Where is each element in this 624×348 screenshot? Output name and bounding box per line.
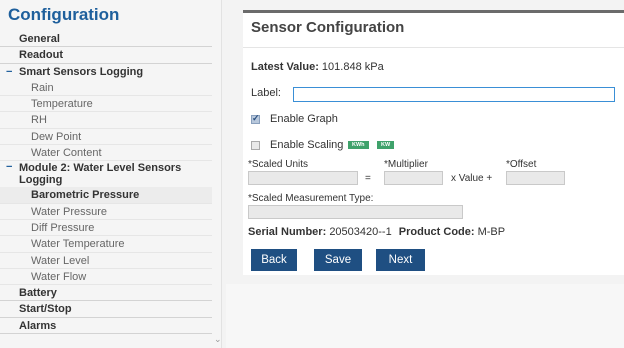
- sidebar-item-alarms[interactable]: Alarms: [0, 318, 212, 335]
- latest-value: Latest Value: 101.848 kPa: [251, 61, 384, 73]
- scroll-down-icon[interactable]: ⌄: [214, 334, 222, 344]
- sidebar-item-barometric-pressure[interactable]: Barometric Pressure: [0, 187, 212, 204]
- sidebar-item-diff-pressure[interactable]: Diff Pressure: [0, 220, 212, 237]
- sidebar-item-readout[interactable]: Readout: [0, 47, 212, 64]
- sidebar-group-label: Smart Sensors Logging: [19, 65, 144, 78]
- panel-title: Sensor Configuration: [251, 19, 405, 36]
- back-button[interactable]: Back: [251, 249, 297, 271]
- sidebar-item-water-pressure[interactable]: Water Pressure: [0, 204, 212, 220]
- sidebar-item-water-content[interactable]: Water Content: [0, 145, 212, 162]
- sidebar-item-temperature[interactable]: Temperature: [0, 96, 212, 113]
- sidebar-item-water-flow[interactable]: Water Flow: [0, 269, 212, 286]
- sidebar-item-water-temperature[interactable]: Water Temperature: [0, 236, 212, 253]
- enable-graph-label: Enable Graph: [270, 113, 338, 125]
- scaled-measurement-type-input[interactable]: [248, 205, 463, 219]
- serial-number-label: Serial Number:: [248, 226, 327, 238]
- kw-badge[interactable]: KW: [377, 141, 395, 149]
- collapse-minus-icon[interactable]: −: [6, 64, 12, 80]
- label-input[interactable]: [293, 87, 615, 102]
- latest-value-label: Latest Value:: [251, 61, 319, 73]
- sidebar-title: Configuration: [8, 5, 120, 24]
- enable-scaling-label: Enable Scaling: [270, 139, 344, 151]
- next-button[interactable]: Next: [376, 249, 425, 271]
- panel-divider: [243, 47, 624, 48]
- scaled-units-input[interactable]: [248, 171, 358, 185]
- label-field-label: Label:: [251, 87, 281, 99]
- sidebar-nav: General Readout − Smart Sensors Logging …: [0, 31, 212, 335]
- sidebar-item-battery[interactable]: Battery: [0, 285, 212, 302]
- save-button[interactable]: Save: [314, 249, 362, 271]
- sidebar-item-water-level[interactable]: Water Level: [0, 253, 212, 269]
- sidebar-group-smart-sensors-logging[interactable]: − Smart Sensors Logging: [0, 64, 212, 80]
- sidebar-item-start-stop[interactable]: Start/Stop: [0, 301, 212, 318]
- multiplier-label: *Multiplier: [384, 159, 428, 170]
- scaled-measurement-type-label: *Scaled Measurement Type:: [248, 193, 374, 204]
- sidebar-item-general[interactable]: General: [0, 31, 212, 48]
- collapse-minus-icon[interactable]: −: [6, 161, 12, 173]
- content-background: [226, 284, 624, 348]
- x-value-plus-text: x Value +: [451, 173, 493, 184]
- sidebar-item-rain[interactable]: Rain: [0, 80, 212, 97]
- multiplier-input[interactable]: [384, 171, 443, 185]
- enable-scaling-checkbox[interactable]: [251, 141, 260, 150]
- sidebar-group-label: Module 2: Water Level Sensors Logging: [19, 162, 182, 187]
- sensor-configuration-panel: Sensor Configuration Latest Value: 101.8…: [243, 10, 624, 275]
- sidebar: Configuration General Readout − Smart Se…: [0, 0, 222, 348]
- serial-product-line: Serial Number: 20503420--1 Product Code:…: [248, 226, 505, 238]
- sidebar-group-module-2[interactable]: − Module 2: Water Level Sensors Logging: [0, 161, 212, 187]
- sidebar-item-dew-point[interactable]: Dew Point: [0, 129, 212, 146]
- equals-sign: =: [365, 173, 371, 184]
- scaled-units-label: *Scaled Units: [248, 159, 309, 170]
- offset-input[interactable]: [506, 171, 565, 185]
- product-code-label: Product Code:: [398, 226, 475, 238]
- sidebar-item-rh[interactable]: RH: [0, 112, 212, 129]
- kwh-badge[interactable]: KWh: [348, 141, 369, 149]
- serial-number-value: 20503420--1: [329, 226, 392, 238]
- latest-value-reading: 101.848 kPa: [321, 61, 384, 73]
- offset-label: *Offset: [506, 159, 537, 170]
- product-code-value: M-BP: [477, 226, 506, 238]
- enable-graph-checkbox[interactable]: [251, 113, 260, 124]
